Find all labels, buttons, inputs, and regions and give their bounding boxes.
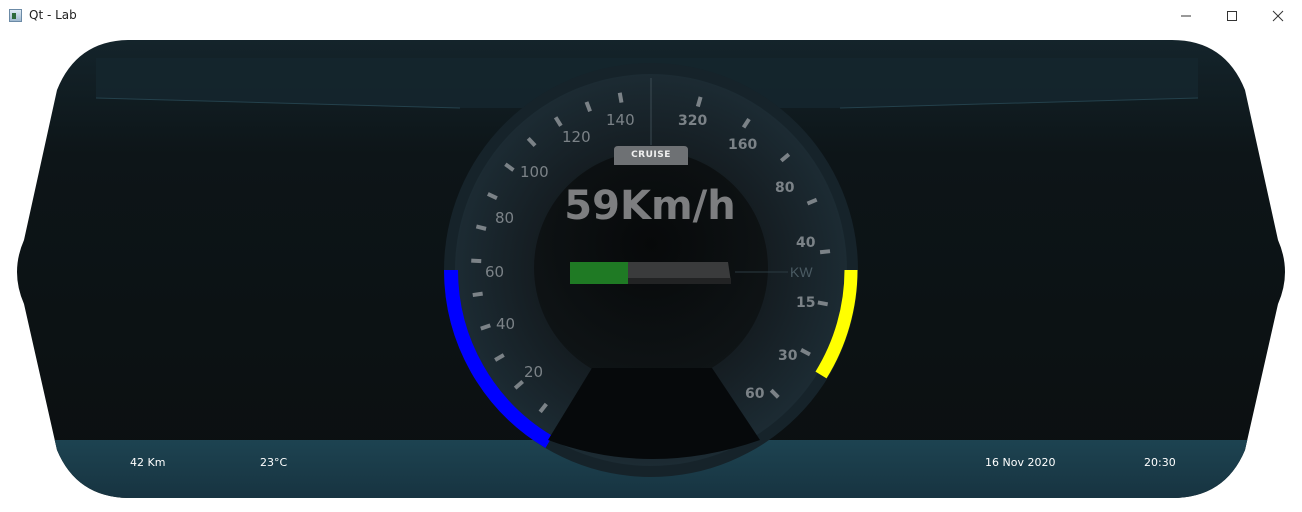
speed-label-140: 140 — [606, 111, 635, 129]
date-display: 16 Nov 2020 — [985, 456, 1056, 469]
gauge-tick — [819, 249, 831, 255]
power-bar-fill — [570, 262, 628, 284]
gauge-tick — [472, 291, 483, 298]
speed-label-80: 80 — [495, 209, 514, 227]
power-bar — [570, 262, 731, 284]
power-unit-label: KW — [790, 264, 813, 280]
gauge-tick — [617, 92, 624, 103]
dashboard-panel: 20 40 60 80 100 120 140 320 160 80 40 15… — [17, 40, 1285, 498]
gauge-tick — [475, 224, 487, 231]
speed-label-120: 120 — [562, 128, 591, 146]
odometer-reading: 42 Km — [130, 456, 166, 469]
gauge-tick — [471, 258, 482, 264]
speed-label-20: 20 — [524, 363, 543, 381]
temperature-reading: 23°C — [260, 456, 288, 469]
clock-display: 20:30 — [1144, 456, 1176, 469]
speed-label-60: 60 — [485, 263, 504, 281]
right-label-30: 30 — [778, 348, 798, 364]
cruise-label: CRUISE — [631, 150, 671, 160]
right-label-60: 60 — [745, 386, 765, 402]
speed-readout: 59Km/h — [564, 183, 736, 229]
gauge-tick — [695, 96, 703, 108]
speed-label-100: 100 — [520, 163, 549, 181]
right-label-15: 15 — [796, 295, 815, 311]
speed-label-40: 40 — [496, 315, 515, 333]
application-window: Qt - Lab 20 40 60 80 100 120 140 320 160… — [0, 0, 1302, 512]
gauge-tick — [817, 300, 829, 307]
right-label-160: 160 — [728, 137, 757, 153]
right-label-40: 40 — [796, 235, 816, 251]
right-label-320: 320 — [678, 113, 707, 129]
